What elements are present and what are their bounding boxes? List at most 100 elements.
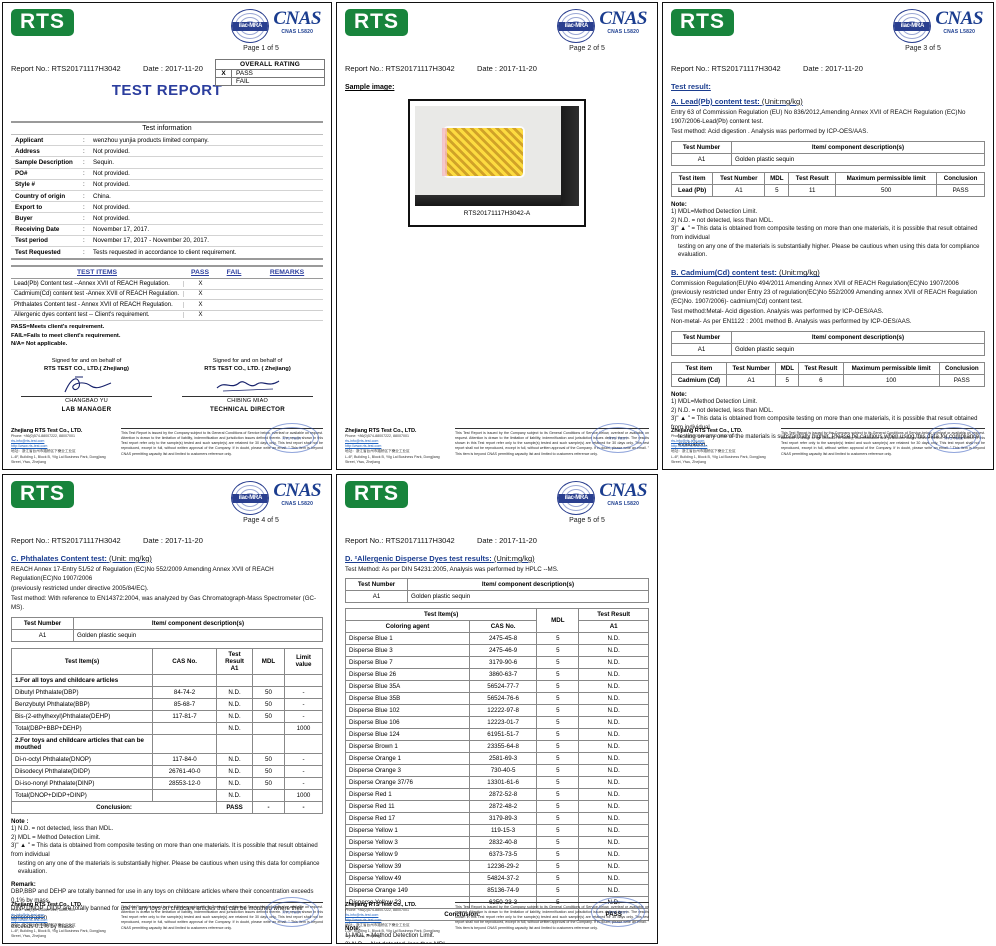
rts-logo: RTS <box>671 9 734 37</box>
test-items-legend: PASS=Meets client's requirement. FAIL=Fai… <box>11 323 323 349</box>
conclusion-row: Conclusion: PASS - - <box>10 800 323 814</box>
section-a-note-head: Note: <box>671 200 687 208</box>
test-result-heading: Test result: <box>671 82 711 91</box>
field-value: wenzhou yunjia products limited company. <box>93 136 209 144</box>
result-cell: N.D. <box>216 764 253 778</box>
result-cell: 5 <box>536 799 580 813</box>
result-cell: 56524-76-6 <box>468 691 538 705</box>
result-cell: 5 <box>536 751 580 765</box>
note-line: testing on any one of the materials is s… <box>678 243 980 259</box>
table-row: Disperse Red 1 2872-52-8 5 N.D. <box>345 787 649 801</box>
field-label: Test period <box>15 237 48 245</box>
result-cell: Disperse Yellow 39 <box>345 859 470 873</box>
result-cell: 1000 <box>284 721 323 735</box>
footer-address-en: L-4F, Building 1, Block B, Yilg Lai Busi… <box>345 454 440 464</box>
section-a-description-table: Test Number Item/ component description(… <box>671 140 985 166</box>
result-cell: 5 <box>536 655 580 669</box>
col-item-description: Item/ component description(s) <box>731 331 985 344</box>
report-number: Report No.: RTS20171117H3042 <box>11 64 121 73</box>
result-cell: N.D. <box>578 883 649 897</box>
footer-disclaimer-block: This Test Report is issued by the Compan… <box>121 422 323 465</box>
col-test-number: Test Number <box>725 362 777 375</box>
result-cell: N.D. <box>578 679 649 693</box>
ruler-horizontal <box>415 195 561 206</box>
paragraph: Test Method: As per DIN 54231:2005, Anal… <box>345 566 559 573</box>
note-line: 2) N.D. = Not detected, less than MDL. <box>345 941 649 943</box>
ilac-mra-icon: ilac-MRA <box>557 9 596 43</box>
result-cell: Disperse Blue 35B <box>345 691 470 705</box>
result-cell: 12223-01-7 <box>468 715 538 729</box>
field-separator: : <box>83 158 85 166</box>
test-items-table: TEST ITEMS PASS FAIL REMARKS Lead(Pb) Co… <box>11 265 323 349</box>
col-result-a1: A1 <box>578 619 649 633</box>
footer-company-block: Zhejiang RTS Test Co., LTD. Phone: +86(0… <box>11 428 115 465</box>
test-item-pass: X <box>183 312 217 319</box>
footer-company-block: Zhejiang RTS Test Co., LTD. Phone: +86(0… <box>345 902 449 939</box>
paragraph: (previously restricted under directive 2… <box>11 584 149 592</box>
field-value: Not provided. <box>93 203 130 211</box>
footer-disclaimer-block: This Test Report is issued by the Compan… <box>121 896 323 939</box>
table-row: A1 Golden plastic sequin <box>671 343 985 356</box>
result-cell: N.D. <box>578 727 649 741</box>
group-label: 2.For toys and childcare articles that c… <box>10 733 154 754</box>
report-page-1: RTS ilac-MRA CNAS CNAS L5820 Page 1 of 5 <box>2 2 332 470</box>
page-number: Page 1 of 5 <box>243 45 279 52</box>
col-coloring-agent: Coloring agent <box>345 619 470 633</box>
table-row: Disperse Orange 37/76 13301-61-6 5 N.D. <box>345 775 649 789</box>
signature-block: Signed for and on behalf of RTS TEST CO.… <box>11 357 323 413</box>
col-mdl: MDL <box>536 607 580 633</box>
note-line: testing on any one of the materials is s… <box>18 860 320 876</box>
col-2: Test Result A1 <box>216 647 253 675</box>
result-cell: - <box>284 776 323 790</box>
rating-row-fail[interactable]: FAIL <box>216 78 324 85</box>
test-information-row: Country of origin: China. <box>11 191 323 203</box>
field-value: Not provided. <box>93 170 130 178</box>
test-information-row: Applicant: wenzhou yunjia products limite… <box>11 135 323 147</box>
result-cell: 1000 <box>284 788 323 802</box>
result-cell: 5 <box>536 775 580 789</box>
result-cell: 12222-97-8 <box>468 703 538 717</box>
page-number: Page 4 of 5 <box>243 517 279 524</box>
result-cell: N.D. <box>578 751 649 765</box>
ilac-mra-label: ilac-MRA <box>894 22 931 31</box>
cnas-code: CNAS L5820 <box>281 29 314 35</box>
footer-address-en: L-4F, Building 1, Block B, Yilg Lai Busi… <box>345 928 440 938</box>
table-row: Disperse Brown 1 23355-64-8 5 N.D. <box>345 739 649 753</box>
result-cell: 5 <box>536 667 580 681</box>
sig2-role: TECHNICAL DIRECTOR <box>210 406 285 413</box>
result-cell: 5 <box>536 787 580 801</box>
ilac-mra-label: ilac-MRA <box>558 494 595 503</box>
report-date: Date : 2017-11-20 <box>143 536 203 545</box>
col-fail: FAIL <box>226 269 242 277</box>
test-information-row: Style #: Not provided. <box>11 180 323 191</box>
result-cell: N.D. <box>578 871 649 885</box>
group-spacer <box>216 673 253 687</box>
result-cell: N.D. <box>578 823 649 837</box>
conclusion-mdl: - <box>252 800 285 814</box>
report-date: Date : 2017-11-20 <box>143 64 203 73</box>
result-cell: Lead (Pb) <box>670 183 714 197</box>
result-cell: 2872-48-2 <box>468 799 538 813</box>
result-cell: Disperse Blue 102 <box>345 703 470 717</box>
group-spacer <box>284 673 323 687</box>
accreditation-badges: ilac-MRA CNAS CNAS L5820 Page 1 of 5 <box>201 9 321 52</box>
table-row: Di-iso-nonyl Phthalate(DINP) 28553-12-0 N.… <box>10 776 323 790</box>
result-cell: 5 <box>775 374 800 387</box>
page-header: RTS ilac-MRA CNAS CNAS L5820 Page 4 of 5 <box>11 481 323 533</box>
section-a-paragraphs: Entry 63 of Commission Regulation (EU) N… <box>671 109 985 137</box>
report-number: Report No.: RTS20171117H3042 <box>671 64 781 73</box>
table-row: Disperse Blue 3 2475-46-9 5 N.D. <box>345 643 649 657</box>
result-cell: 5 <box>536 883 580 897</box>
ilac-mra-icon: ilac-MRA <box>893 9 932 43</box>
rating-row-pass[interactable]: X PASS <box>216 70 324 78</box>
rts-logo: RTS <box>345 9 408 37</box>
result-cell: N.D. <box>216 697 253 711</box>
table-row: Disperse Blue 7 3179-90-6 5 N.D. <box>345 655 649 669</box>
result-cell <box>152 788 218 802</box>
result-cell: 117-84-0 <box>152 752 218 766</box>
result-cell: 5 <box>536 763 580 777</box>
test-information-row: Sample Description: Sequin. <box>11 157 323 169</box>
report-meta: Report No.: RTS20171117H3042 Date : 2017… <box>345 64 649 76</box>
result-cell: N.D. <box>578 763 649 777</box>
result-cell: A1 <box>712 183 766 197</box>
